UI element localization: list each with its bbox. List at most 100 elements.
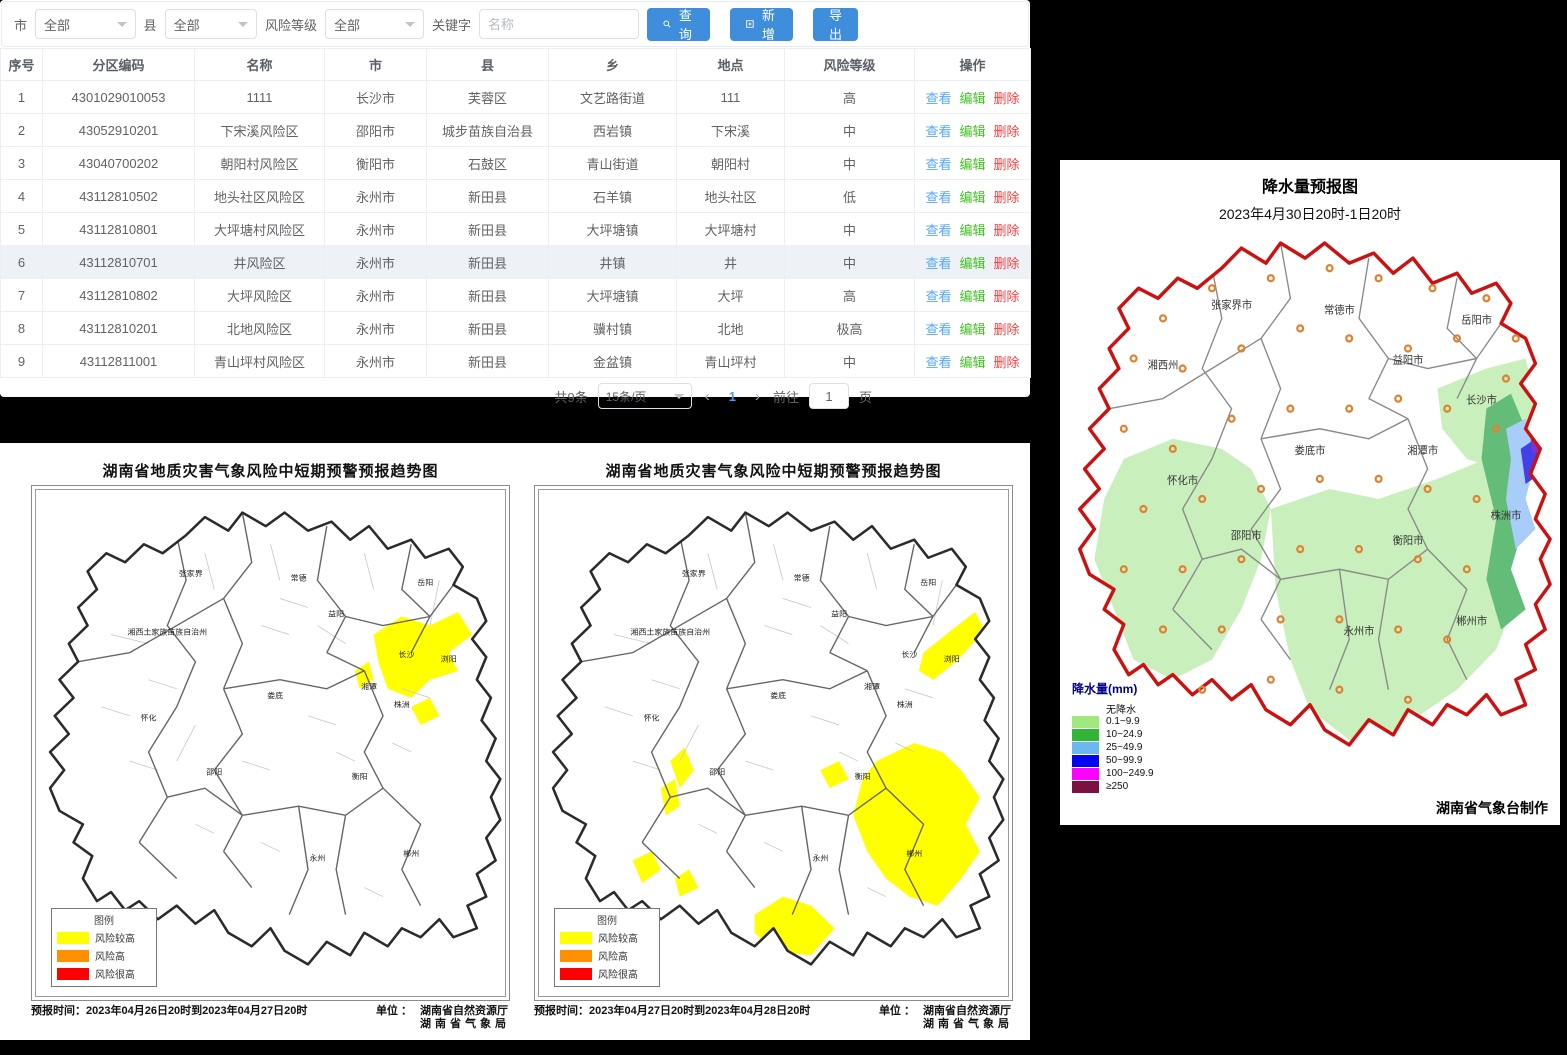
search-button[interactable]: 查询 bbox=[647, 8, 710, 41]
edit-link[interactable]: 编辑 bbox=[959, 190, 985, 205]
city-label: 常德 bbox=[794, 573, 810, 583]
legend-item: 风险高 bbox=[560, 948, 654, 963]
city-label: 岳阳 bbox=[920, 577, 936, 587]
add-button[interactable]: 新增 bbox=[730, 8, 793, 41]
legend-item: 风险高 bbox=[57, 948, 151, 963]
cell-operations: 查看编辑删除 bbox=[915, 279, 1031, 312]
unit-orgs: 湖南省自然资源厅 湖南省气象局 bbox=[923, 1005, 1013, 1031]
cell-place: 大坪塘村 bbox=[677, 213, 785, 246]
export-button[interactable]: 导出 bbox=[813, 8, 858, 41]
current-page[interactable]: 1 bbox=[723, 389, 742, 404]
trend-map-1: 湖南省地质灾害气象风险中短期预警预报趋势图 bbox=[31, 460, 510, 1040]
edit-link[interactable]: 编辑 bbox=[959, 124, 985, 139]
edit-link[interactable]: 编辑 bbox=[959, 223, 985, 238]
city-label: 湘西州 bbox=[1148, 358, 1179, 371]
cell-code: 43052910201 bbox=[43, 114, 195, 147]
view-link[interactable]: 查看 bbox=[925, 289, 951, 304]
trend-map-1-title: 湖南省地质灾害气象风险中短期预警预报趋势图 bbox=[31, 460, 510, 481]
cell-town: 大坪塘镇 bbox=[549, 279, 677, 312]
edit-link[interactable]: 编辑 bbox=[959, 322, 985, 337]
legend-item: 风险很高 bbox=[57, 966, 151, 981]
delete-link[interactable]: 删除 bbox=[994, 91, 1020, 106]
legend-item: ≥250 bbox=[1072, 780, 1154, 793]
cell-risk: 中 bbox=[785, 147, 915, 180]
view-link[interactable]: 查看 bbox=[925, 322, 951, 337]
delete-link[interactable]: 删除 bbox=[994, 223, 1020, 238]
city-select[interactable]: 全部 bbox=[35, 9, 136, 39]
cell-name: 1111 bbox=[195, 81, 325, 114]
legend-swatch bbox=[1072, 768, 1099, 780]
city-label: 衡阳 bbox=[352, 771, 368, 781]
legend-item: 风险较高 bbox=[560, 930, 654, 945]
delete-link[interactable]: 删除 bbox=[994, 190, 1020, 205]
view-link[interactable]: 查看 bbox=[925, 190, 951, 205]
column-header: 序号 bbox=[1, 49, 43, 81]
city-select-value: 全部 bbox=[44, 15, 70, 34]
city-label: 株洲市 bbox=[1491, 509, 1522, 522]
cell-operations: 查看编辑删除 bbox=[915, 246, 1031, 279]
delete-link[interactable]: 删除 bbox=[994, 157, 1020, 172]
legend-label: ≥250 bbox=[1106, 781, 1128, 792]
table-row: 243052910201下宋溪风险区邵阳市城步苗族自治县西岩镇下宋溪中查看编辑删… bbox=[1, 114, 1031, 147]
view-link[interactable]: 查看 bbox=[925, 223, 951, 238]
cell-risk: 低 bbox=[785, 180, 915, 213]
city-label: 衡阳市 bbox=[1393, 534, 1424, 547]
risk-area-panel: 市 全部 县 全部 风险等级 全部 关键字 bbox=[0, 0, 1030, 397]
page-size-select[interactable]: 15条/页 bbox=[598, 383, 692, 409]
delete-link[interactable]: 删除 bbox=[994, 256, 1020, 271]
view-link[interactable]: 查看 bbox=[925, 256, 951, 271]
filter-bar: 市 全部 县 全部 风险等级 全部 关键字 bbox=[1, 1, 1029, 47]
cell-risk: 中 bbox=[785, 345, 915, 378]
city-label: 邵阳市 bbox=[1231, 529, 1262, 542]
cell-county: 新田县 bbox=[427, 246, 549, 279]
cell-no: 6 bbox=[1, 246, 43, 279]
cell-risk: 高 bbox=[785, 279, 915, 312]
city-label: 永州 bbox=[309, 853, 325, 863]
city-label: 湘潭 bbox=[361, 681, 377, 691]
delete-link[interactable]: 删除 bbox=[994, 322, 1020, 337]
legend-label: 25~49.9 bbox=[1106, 742, 1142, 753]
city-label: 益阳 bbox=[831, 609, 847, 619]
edit-link[interactable]: 编辑 bbox=[959, 355, 985, 370]
view-link[interactable]: 查看 bbox=[925, 355, 951, 370]
legend-item: 无降水 bbox=[1072, 702, 1154, 715]
column-header: 市 bbox=[325, 49, 427, 81]
cell-town: 大坪塘镇 bbox=[549, 213, 677, 246]
prev-page-button[interactable]: ‹ bbox=[702, 388, 713, 405]
precip-map-panel: 降水量预报图 2023年4月30日20时-1日20时 张家界市常德市岳阳市湘西州… bbox=[1060, 160, 1560, 825]
cell-city: 永州市 bbox=[325, 246, 427, 279]
cell-place: 大坪 bbox=[677, 279, 785, 312]
county-select[interactable]: 全部 bbox=[165, 9, 257, 39]
city-label: 岳阳 bbox=[417, 577, 433, 587]
jump-page-input[interactable] bbox=[809, 383, 849, 409]
cell-city: 永州市 bbox=[325, 312, 427, 345]
edit-link[interactable]: 编辑 bbox=[959, 157, 985, 172]
table-header-row: 序号分区编码名称市县乡地点风险等级操作 bbox=[1, 49, 1031, 81]
delete-link[interactable]: 删除 bbox=[994, 124, 1020, 139]
delete-link[interactable]: 删除 bbox=[994, 289, 1020, 304]
cell-code: 4301029010053 bbox=[43, 81, 195, 114]
view-link[interactable]: 查看 bbox=[925, 124, 951, 139]
delete-link[interactable]: 删除 bbox=[994, 355, 1020, 370]
cell-town: 骥村镇 bbox=[549, 312, 677, 345]
edit-link[interactable]: 编辑 bbox=[959, 256, 985, 271]
edit-link[interactable]: 编辑 bbox=[959, 289, 985, 304]
city-label: 永州 bbox=[812, 853, 828, 863]
city-label: 长沙 bbox=[399, 649, 415, 659]
legend-label: 风险很高 bbox=[95, 966, 135, 981]
view-link[interactable]: 查看 bbox=[925, 91, 951, 106]
city-label: 湘潭 bbox=[864, 681, 880, 691]
cell-name: 大坪风险区 bbox=[195, 279, 325, 312]
table-row: 343040700202朝阳村风险区衡阳市石鼓区青山街道朝阳村中查看编辑删除 bbox=[1, 147, 1031, 180]
view-link[interactable]: 查看 bbox=[925, 157, 951, 172]
cell-place: 井 bbox=[677, 246, 785, 279]
cell-place: 111 bbox=[677, 81, 785, 114]
next-page-button[interactable]: › bbox=[752, 388, 763, 405]
risk-level-select[interactable]: 全部 bbox=[325, 9, 424, 39]
cell-place: 北地 bbox=[677, 312, 785, 345]
total-count: 共9条 bbox=[555, 387, 588, 406]
keyword-input[interactable] bbox=[479, 9, 639, 39]
cell-city: 永州市 bbox=[325, 213, 427, 246]
edit-link[interactable]: 编辑 bbox=[959, 91, 985, 106]
cell-town: 文艺路街道 bbox=[549, 81, 677, 114]
